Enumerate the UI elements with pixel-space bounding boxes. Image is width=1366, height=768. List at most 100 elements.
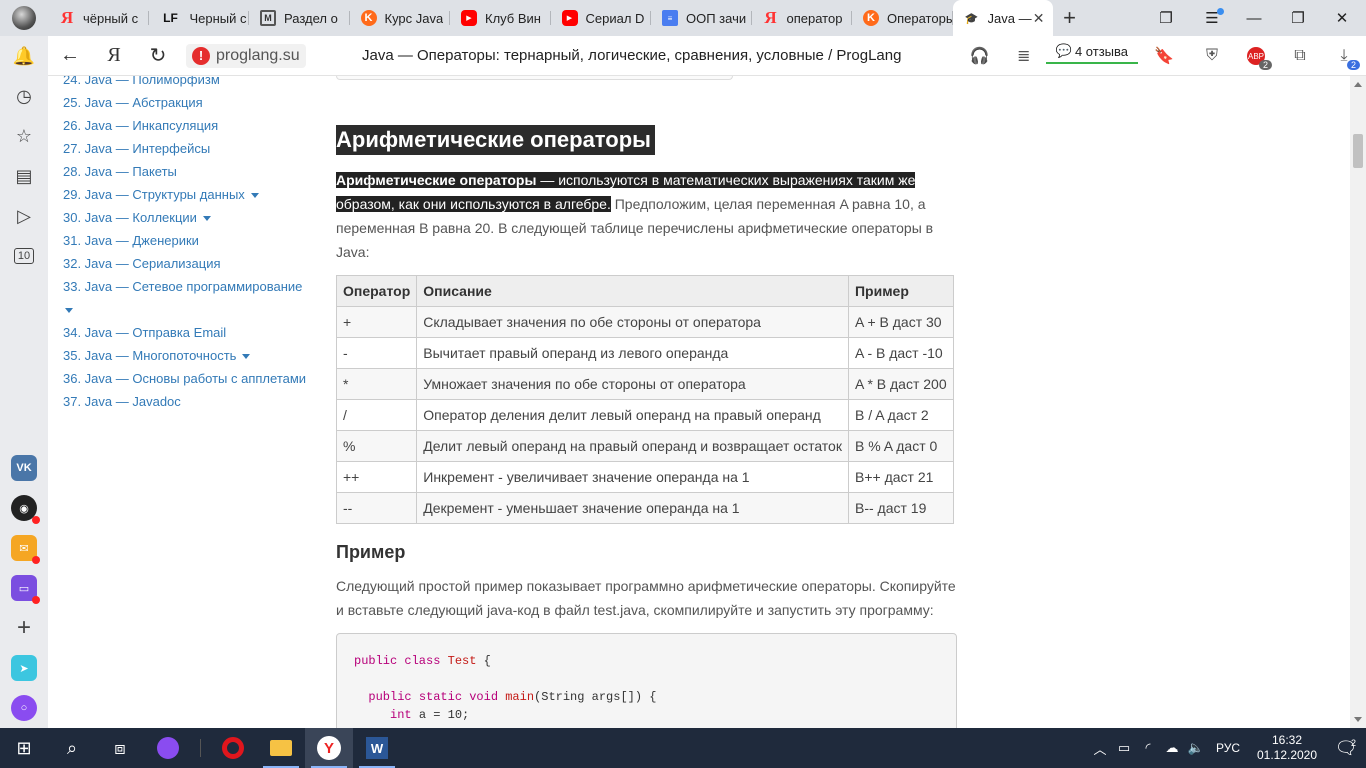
restore-icon[interactable]: ❐	[1278, 0, 1318, 36]
tab-10[interactable]: 🎓 Java — ✕	[952, 0, 1053, 36]
battery-icon[interactable]: ▭	[1112, 740, 1136, 756]
caret-down-icon[interactable]	[202, 216, 211, 222]
vk-icon[interactable]: VK	[0, 448, 48, 488]
add-service-icon[interactable]: +	[0, 608, 48, 648]
scroll-down-icon[interactable]	[1354, 717, 1362, 722]
caret-down-icon[interactable]	[65, 308, 73, 314]
close-window-icon[interactable]: ✕	[1322, 0, 1362, 36]
notifications-icon[interactable]: 🗨 2	[1326, 728, 1366, 768]
nav-link[interactable]: 31. Java — Дженерики	[63, 229, 323, 252]
task-view-icon[interactable]: ⧈	[96, 728, 144, 768]
protect-icon[interactable]: ⛨	[1190, 36, 1234, 76]
nav-link-label: 28. Java — Пакеты	[63, 164, 177, 179]
collections-icon[interactable]: ▤	[0, 156, 48, 196]
code-block[interactable]: public class Test { public static void m…	[336, 633, 957, 728]
tab-title: ООП зачи	[686, 10, 747, 26]
mail-icon[interactable]: ✉	[0, 528, 48, 568]
tab-9[interactable]: K Операторы	[852, 0, 953, 36]
caret-down-icon[interactable]	[242, 354, 251, 360]
chevron-up-icon[interactable]: ︿	[1088, 739, 1112, 758]
nav-link[interactable]: 28. Java — Пакеты	[63, 160, 323, 183]
yandex-browser-taskbar-icon[interactable]: Y	[305, 728, 353, 768]
tab-1[interactable]: Ячёрный с	[48, 0, 149, 36]
profile-avatar[interactable]	[0, 0, 48, 36]
reload-button[interactable]: ↻	[136, 36, 180, 76]
menu-icon[interactable]: ☰	[1192, 0, 1232, 36]
nav-link[interactable]: 26. Java — Инкапсуляция	[63, 114, 323, 137]
nav-link[interactable]: 30. Java — Коллекции	[63, 206, 323, 229]
downloads-badge: 2	[1346, 60, 1360, 70]
table-cell: A * B даст 200	[847, 368, 954, 400]
tab-2[interactable]: LF Черный с	[149, 0, 250, 36]
star-icon[interactable]: ☆	[0, 116, 48, 156]
reviews-button[interactable]: 💬 4 отзыва	[1045, 40, 1138, 64]
adblock-icon[interactable]: ABP 2	[1234, 36, 1278, 76]
nav-link[interactable]: 35. Java — Многопоточность	[63, 344, 323, 367]
tabs-panel-icon[interactable]: ❐	[1146, 0, 1186, 36]
tab-7[interactable]: ≡ ООП зачи	[651, 0, 752, 36]
bookmark-icon[interactable]: 🔖	[1138, 36, 1190, 76]
language-indicator[interactable]: РУС	[1208, 741, 1248, 755]
clock[interactable]: 16:32 01.12.2020	[1248, 733, 1326, 763]
minimize-icon[interactable]: —	[1234, 0, 1274, 36]
code-class-name: Test	[447, 654, 477, 668]
example-heading: Пример	[336, 542, 406, 562]
code-keyword: public static void	[368, 690, 499, 704]
cloud-icon[interactable]: ☁	[1160, 740, 1184, 756]
tab-5[interactable]: ▶ Клуб Вин	[450, 0, 551, 36]
counter-icon[interactable]: 10	[0, 236, 48, 276]
nav-link[interactable]: 36. Java — Основы работы с апплетами	[63, 367, 323, 390]
nav-link-label: 32. Java — Сериализация	[63, 256, 221, 271]
yandex-button[interactable]: Я	[92, 36, 136, 76]
nav-link[interactable]: 24. Java — Полиморфизм	[63, 76, 323, 91]
play-icon[interactable]: ▷	[0, 196, 48, 236]
nav-link[interactable]: 29. Java — Структуры данных	[63, 183, 323, 206]
nav-link[interactable]: 33. Java — Сетевое программирование	[63, 275, 323, 321]
table-cell: A + B даст 30	[847, 306, 954, 338]
warning-icon[interactable]: !	[192, 46, 210, 65]
scrollbar[interactable]	[1350, 76, 1366, 728]
tab-bar: Ячёрный с LF Черный с M Раздел о K Курс Java ▶ К…	[0, 0, 1366, 36]
nav-link[interactable]: 37. Java — Javadoc	[63, 390, 323, 413]
send-icon[interactable]: ➤	[0, 648, 48, 688]
scroll-thumb[interactable]	[1353, 134, 1363, 168]
headphones-icon[interactable]: 🎧	[958, 36, 1002, 76]
wifi-icon[interactable]: ◜	[1136, 740, 1160, 756]
windows-start-icon[interactable]: ⊞	[0, 728, 48, 768]
col-header-description: Описание	[416, 275, 849, 307]
close-tab-icon[interactable]: ✕	[1033, 10, 1045, 27]
tab-4[interactable]: K Курс Java	[350, 0, 451, 36]
search-icon[interactable]: ⌕	[48, 728, 96, 768]
opera-icon[interactable]	[209, 728, 257, 768]
gmail-icon: M	[260, 10, 276, 26]
system-tray: ︿ ▭ ◜ ☁ 🔈 РУС 16:32 01.12.2020 🗨 2	[1088, 728, 1366, 768]
extension-icon[interactable]: ⧉	[1278, 36, 1322, 76]
tab-3[interactable]: M Раздел о	[249, 0, 350, 36]
messenger-icon[interactable]: ▭	[0, 568, 48, 608]
scroll-up-icon[interactable]	[1354, 82, 1362, 87]
bell-icon[interactable]: 🔔	[0, 36, 48, 76]
address-bar: ← Я ↻ ! proglang.su Java — Операторы: те…	[48, 36, 1366, 76]
volume-icon[interactable]: 🔈	[1184, 740, 1208, 756]
downloads-icon[interactable]: ⤓ 2	[1322, 36, 1366, 76]
youtube-icon: ▶	[561, 10, 578, 26]
tab-title: Черный с	[189, 10, 247, 26]
file-explorer-icon[interactable]	[257, 728, 305, 768]
caret-down-icon[interactable]	[250, 193, 259, 199]
nav-link[interactable]: 32. Java — Сериализация	[63, 252, 323, 275]
alice-taskbar-icon[interactable]	[144, 728, 192, 768]
tab-6[interactable]: ▶ Сериал D	[551, 0, 652, 36]
music-icon[interactable]: ◉	[0, 488, 48, 528]
url-field[interactable]: ! proglang.su	[186, 43, 306, 68]
word-icon[interactable]: W	[353, 728, 401, 768]
alice-icon[interactable]: ○	[0, 688, 48, 728]
nav-link[interactable]: 27. Java — Интерфейсы	[63, 137, 323, 160]
reader-mode-icon[interactable]: ≣	[1002, 36, 1046, 76]
table-cell: --	[335, 492, 418, 524]
nav-link[interactable]: 25. Java — Абстракция	[63, 91, 323, 114]
back-button[interactable]: ←	[48, 36, 92, 76]
new-tab-button[interactable]: +	[1053, 0, 1087, 36]
history-icon[interactable]: ◷	[0, 76, 48, 116]
tab-8[interactable]: Яоператор	[752, 0, 853, 36]
nav-link[interactable]: 34. Java — Отправка Email	[63, 321, 323, 344]
